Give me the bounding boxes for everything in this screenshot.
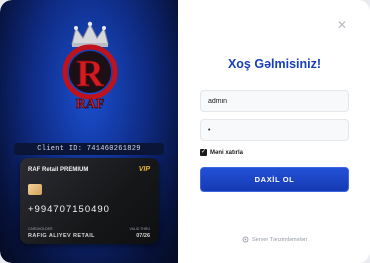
- client-id-label: Client ID: 741460261829: [14, 143, 164, 155]
- login-dialog: R RAF Client ID: 741460261829 RAF Retail…: [0, 0, 370, 263]
- card-title: RAF Retail PREMIUM: [28, 167, 89, 173]
- server-settings-link[interactable]: Server Tənzimləmələri: [200, 236, 349, 243]
- username-input[interactable]: [200, 90, 349, 112]
- card-number: +994707150490: [28, 204, 110, 215]
- card-expiry-label: VALID THRU: [129, 227, 151, 231]
- server-settings-label: Server Tənzimləmələri: [252, 236, 307, 243]
- card-expiry: 07/26: [136, 233, 150, 239]
- close-icon[interactable]: ✕: [336, 19, 348, 31]
- raf-crown-logo: R RAF: [62, 21, 118, 112]
- card-holder-name: RAFIG ALIYEV RETAIL: [28, 233, 95, 239]
- gear-icon: [242, 236, 249, 243]
- password-input[interactable]: [200, 119, 349, 141]
- svg-text:R: R: [76, 53, 104, 95]
- welcome-title: Xoş Gəlmisiniz!: [227, 57, 322, 71]
- branding-panel: R RAF Client ID: 741460261829 RAF Retail…: [0, 0, 178, 263]
- remember-me[interactable]: ✓ Məni xatırla: [200, 148, 243, 157]
- remember-checkbox[interactable]: ✓: [200, 149, 207, 156]
- svg-text:RAF: RAF: [76, 97, 105, 112]
- card-holder-label: CARDHOLDER: [28, 227, 53, 231]
- vip-card: RAF Retail PREMIUM VIP +994707150490 CAR…: [20, 158, 159, 244]
- remember-label: Məni xatırla: [210, 149, 244, 156]
- card-chip: [28, 184, 42, 195]
- login-button[interactable]: DAXİL OL: [200, 167, 349, 192]
- card-tier-badge: VIP: [138, 166, 150, 173]
